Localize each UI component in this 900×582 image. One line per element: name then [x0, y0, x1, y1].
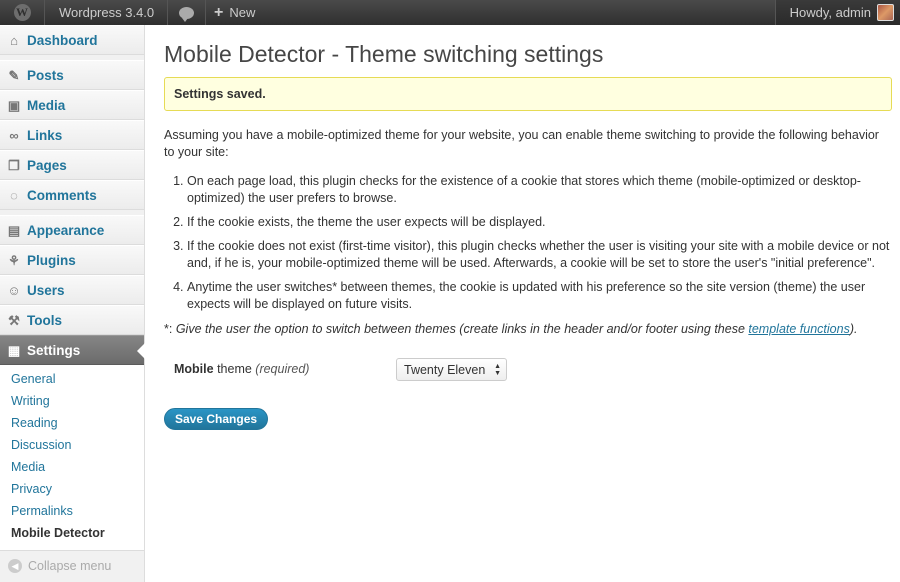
sidebar-item-pages[interactable]: ❐ Pages: [0, 150, 144, 180]
new-label: New: [229, 5, 256, 20]
collapse-arrow-icon: ◀: [8, 559, 22, 573]
sidebar-item-media[interactable]: ▣ Media: [0, 90, 144, 120]
account-menu[interactable]: Howdy, admin: [774, 0, 900, 25]
notice-text: Settings saved.: [174, 87, 266, 101]
label-rest: theme: [213, 362, 256, 376]
submenu-item-writing[interactable]: Writing: [0, 390, 144, 412]
submenu-item-reading[interactable]: Reading: [0, 412, 144, 434]
admin-sidebar: ⌂ Dashboard ✎ Posts ▣ Media ∞ Links ❐ Pa…: [0, 25, 145, 582]
sidebar-item-label: Dashboard: [27, 32, 98, 48]
comment-icon: ◌: [10, 188, 18, 203]
tools-icon: ⚒: [8, 313, 20, 328]
pages-icon: ❐: [8, 158, 20, 173]
label-bold: Mobile: [174, 362, 214, 376]
list-item: Anytime the user switches* between theme…: [187, 279, 892, 313]
mobile-theme-label: Mobile theme (required): [174, 362, 309, 376]
settings-saved-notice: Settings saved.: [164, 77, 892, 111]
sidebar-item-links[interactable]: ∞ Links: [0, 120, 144, 150]
sidebar-item-label: Tools: [27, 312, 62, 328]
submenu-item-media[interactable]: Media: [0, 456, 144, 478]
footnote-suffix: ).: [849, 322, 858, 336]
mobile-theme-select[interactable]: Twenty Eleven ▲ ▼: [396, 358, 507, 381]
appearance-icon: ▤: [7, 223, 21, 238]
sidebar-item-users[interactable]: ☺ Users: [0, 275, 144, 305]
sidebar-item-comments[interactable]: ◌ Comments: [0, 180, 144, 210]
sidebar-item-tools[interactable]: ⚒ Tools: [0, 305, 144, 335]
footnote: *: Give the user the option to switch be…: [164, 321, 892, 338]
template-functions-link[interactable]: template functions: [748, 322, 849, 336]
footnote-prefix: *:: [164, 322, 176, 336]
sidebar-item-label: Pages: [27, 157, 67, 173]
sidebar-item-appearance[interactable]: ▤ Appearance: [0, 215, 144, 245]
sidebar-item-label: Media: [27, 97, 66, 113]
behavior-steps-list: On each page load, this plugin checks fo…: [164, 173, 892, 313]
list-item: If the cookie does not exist (first-time…: [187, 238, 892, 272]
save-changes-button[interactable]: Save Changes: [164, 408, 269, 430]
footnote-text: Give the user the option to switch betwe…: [175, 322, 749, 336]
plugin-icon: ⚘: [8, 253, 20, 268]
intro-paragraph: Assuming you have a mobile-optimized the…: [164, 128, 879, 159]
users-icon: ☺: [7, 283, 21, 298]
submenu-item-permalinks[interactable]: Permalinks: [0, 500, 144, 522]
submenu-item-mobile-detector[interactable]: Mobile Detector: [0, 522, 144, 544]
comments-link[interactable]: [168, 0, 206, 25]
list-item: If the cookie exists, the theme the user…: [187, 214, 892, 231]
page-title: Mobile Detector - Theme switching settin…: [164, 41, 604, 67]
sidebar-item-plugins[interactable]: ⚘ Plugins: [0, 245, 144, 275]
sidebar-item-posts[interactable]: ✎ Posts: [0, 60, 144, 90]
dashboard-icon: ⌂: [10, 33, 18, 48]
new-content-menu[interactable]: + New: [206, 0, 265, 25]
wordpress-logo-icon: W: [13, 4, 31, 21]
submenu-item-general[interactable]: General: [0, 368, 144, 390]
howdy-text: Howdy, admin: [789, 5, 871, 20]
collapse-label: Collapse menu: [28, 559, 112, 573]
list-item: On each page load, this plugin checks fo…: [187, 173, 892, 207]
required-note: (required): [255, 362, 310, 376]
admin-bar: W Wordpress 3.4.0 + New Howdy, admin: [0, 0, 900, 25]
select-arrows-icon: ▲ ▼: [494, 363, 501, 377]
wp-logo-menu[interactable]: W: [0, 0, 45, 25]
submenu-item-privacy[interactable]: Privacy: [0, 478, 144, 500]
sidebar-item-dashboard[interactable]: ⌂ Dashboard: [0, 25, 144, 55]
sidebar-item-label: Comments: [27, 187, 97, 203]
media-icon: ▣: [7, 98, 21, 113]
sidebar-item-label: Plugins: [27, 252, 76, 268]
main-content: Mobile Detector - Theme switching settin…: [164, 25, 892, 430]
select-value: Twenty Eleven: [404, 362, 486, 377]
settings-icon: ▦: [7, 343, 21, 358]
submenu-item-discussion[interactable]: Discussion: [0, 434, 144, 456]
sidebar-item-label: Appearance: [27, 222, 105, 238]
sidebar-item-label: Links: [27, 127, 63, 143]
mobile-theme-row: Mobile theme (required) Twenty Eleven ▲ ▼: [164, 358, 892, 386]
pin-icon: ✎: [8, 68, 20, 83]
collapse-menu-button[interactable]: ◀ Collapse menu: [0, 551, 144, 581]
comment-bubble-icon: [179, 6, 194, 22]
settings-submenu: General Writing Reading Discussion Media…: [0, 365, 144, 551]
sidebar-item-settings[interactable]: ▦ Settings: [0, 335, 145, 365]
site-name-link[interactable]: Wordpress 3.4.0: [45, 0, 168, 25]
link-icon: ∞: [9, 128, 19, 143]
sidebar-item-label: Posts: [27, 67, 64, 83]
plus-icon: +: [214, 3, 224, 21]
sidebar-item-label: Users: [27, 282, 65, 298]
avatar: [877, 4, 894, 21]
sidebar-item-label: Settings: [27, 342, 81, 358]
